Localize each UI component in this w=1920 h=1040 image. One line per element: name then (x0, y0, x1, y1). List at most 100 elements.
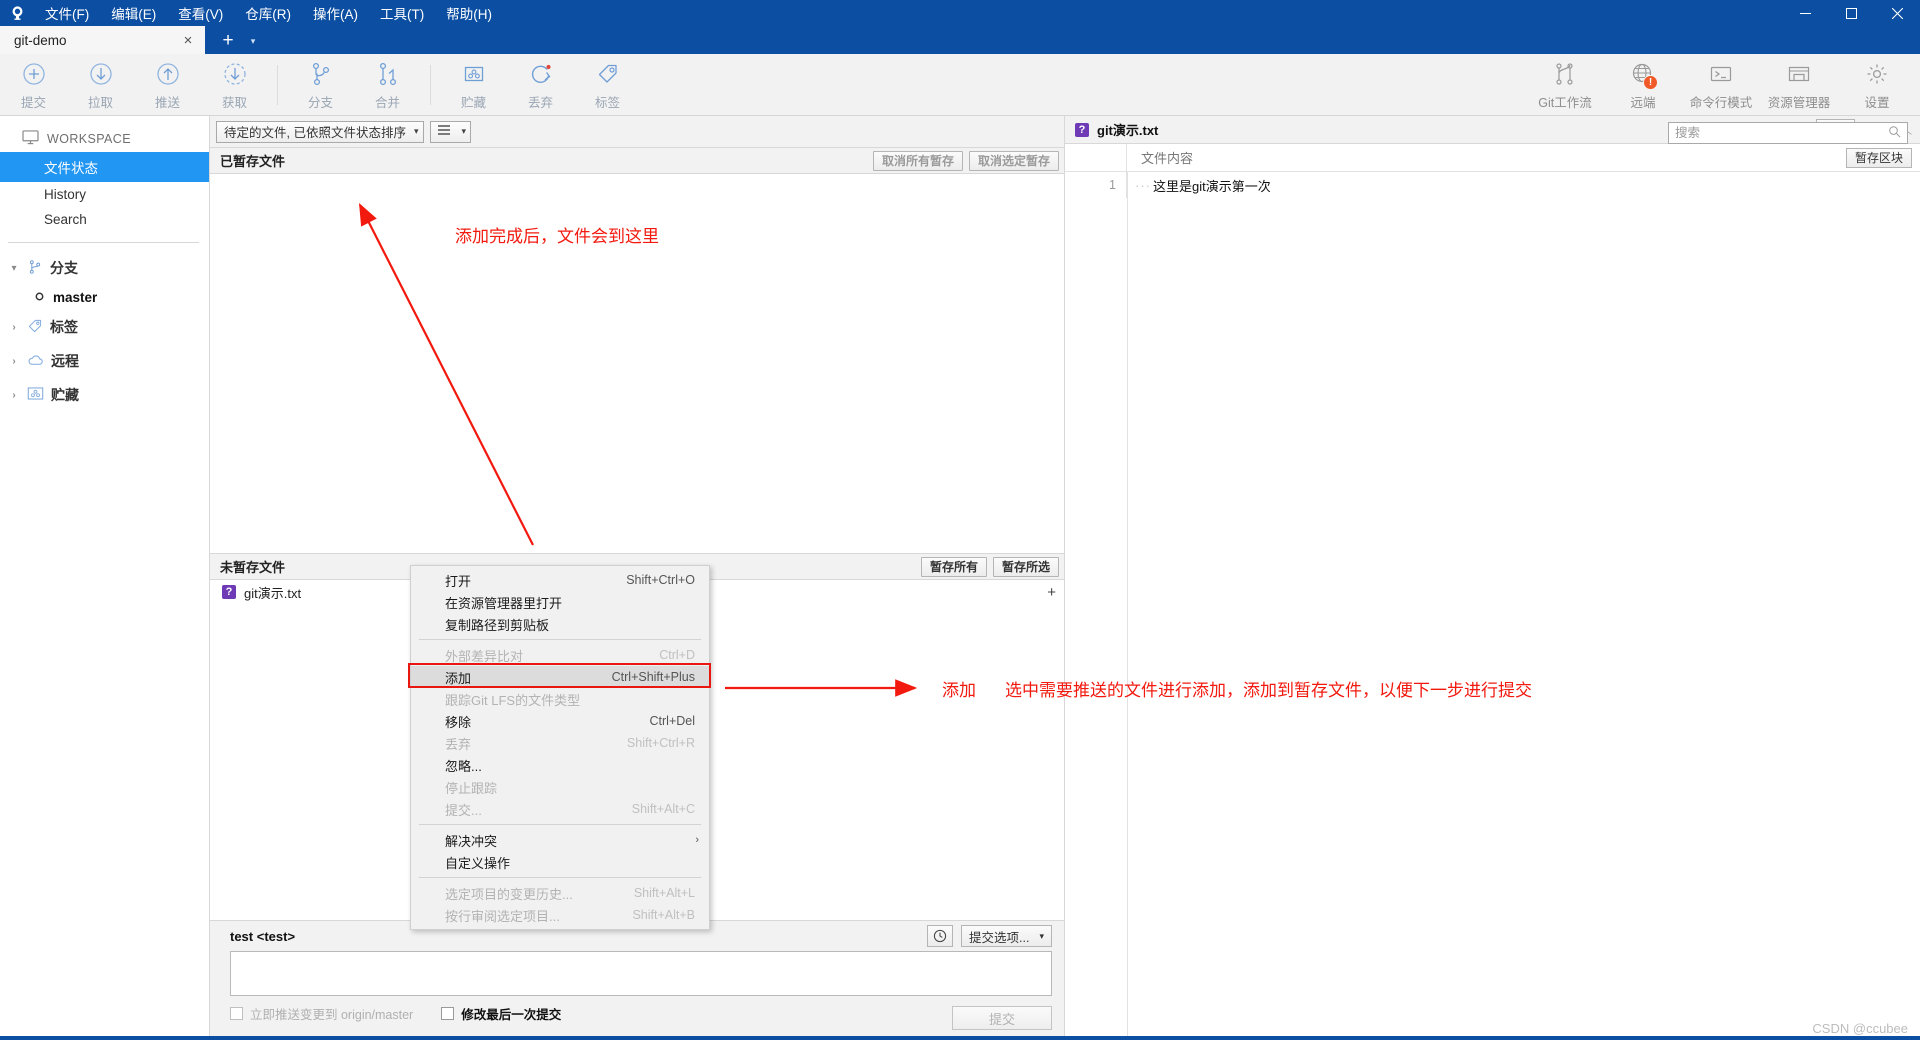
stage-all-button[interactable]: 暂存所有 (920, 556, 987, 577)
push-immediately-checkbox[interactable]: 立即推送变更到 origin/master (230, 1004, 413, 1023)
menu-tools[interactable]: 工具(T) (369, 0, 435, 26)
sidebar-item-search[interactable]: Search (0, 207, 209, 232)
ctx-commit: 提交... Shift+Alt+C (411, 798, 709, 820)
stash-box-icon (27, 386, 44, 404)
toolbar-discard-button[interactable]: 丢弃 (507, 56, 574, 114)
unstaged-files-title: 未暂存文件 (220, 560, 286, 575)
toolbar-branch-button[interactable]: 分支 (287, 56, 354, 114)
toolbar-gitflow-button[interactable]: Git工作流 (1526, 56, 1604, 114)
unknown-question-icon: ? (1075, 122, 1089, 137)
diff-line-number: 1 (1065, 172, 1127, 198)
toolbar-right-group: Git工作流 ! 远端 命令行模式 资源管理器 设置 (1526, 56, 1916, 114)
chevron-down-icon[interactable]: ▾ (8, 263, 20, 274)
close-icon[interactable] (1874, 0, 1920, 26)
stage-selected-button[interactable]: 暂存所选 (992, 556, 1059, 577)
chevron-down-icon[interactable]: ▾ (461, 126, 466, 137)
sidebar-branch-master[interactable]: master (0, 285, 209, 310)
menu-file[interactable]: 文件(F) (34, 0, 100, 26)
commit-options-label: 提交选项... (969, 930, 1030, 945)
commit-message-input[interactable] (230, 951, 1052, 996)
toolbar-terminal-button[interactable]: 命令行模式 (1682, 56, 1760, 114)
ctx-custom-actions[interactable]: 自定义操作 (411, 851, 709, 873)
checkbox-box[interactable] (441, 1007, 455, 1020)
sidebar-group-tags[interactable]: › 标签 (0, 310, 209, 344)
gitflow-icon (1552, 59, 1578, 89)
ctx-resolve-conflicts[interactable]: 解决冲突 › (411, 829, 709, 851)
toolbar-explorer-button[interactable]: 资源管理器 (1760, 56, 1838, 114)
sidebar-group-branches[interactable]: ▾ 分支 (0, 251, 209, 285)
window-controls (1782, 0, 1920, 26)
toolbar-push-button[interactable]: 推送 (134, 56, 201, 114)
toolbar-gitflow-label: Git工作流 (1538, 95, 1592, 110)
ctx-log-selected: 选定项目的变更历史... Shift+Alt+L (411, 882, 709, 904)
sidebar-workspace-header[interactable]: WORKSPACE (0, 126, 209, 152)
chevron-down-icon[interactable]: ▾ (1039, 931, 1044, 942)
ctx-open[interactable]: 打开 Shift+Ctrl+O (411, 569, 709, 591)
menu-edit[interactable]: 编辑(E) (100, 0, 167, 26)
commit-area: test <test> 立即推送变更到 origin/master 修改最后一次… (210, 920, 1064, 1040)
commit-button[interactable]: 提交 (952, 1006, 1052, 1030)
sidebar-item-history[interactable]: History (0, 182, 209, 207)
toolbar-tag-button[interactable]: 标签 (574, 56, 641, 114)
toolbar-commit-button[interactable]: 提交 (0, 56, 67, 114)
toolbar-merge-button[interactable]: 合并 (354, 56, 421, 114)
ctx-track-lfs-label: 跟踪Git LFS的文件类型 (445, 692, 581, 708)
file-sort-combo[interactable]: 待定的文件, 已依照文件状态排序 ▾ (216, 120, 425, 143)
toolbar-stash-button[interactable]: 贮藏 (440, 56, 507, 114)
sidebar-group-stashes[interactable]: › 贮藏 (0, 378, 209, 412)
chevron-right-icon[interactable]: › (8, 390, 20, 401)
chevron-down-icon[interactable]: ▾ (414, 126, 419, 137)
chevron-down-icon[interactable]: ▾ (243, 28, 263, 54)
commit-toolbar-right: 提交选项... ▾ (927, 925, 1052, 947)
chevron-right-icon[interactable]: › (8, 356, 20, 367)
search-box[interactable] (1668, 122, 1908, 144)
sidebar-item-file-status[interactable]: 文件状态 (0, 152, 209, 182)
stage-file-button[interactable]: + (1047, 584, 1056, 601)
ctx-open-in-explorer[interactable]: 在资源管理器里打开 (411, 591, 709, 613)
stage-hunk-button[interactable]: 暂存区块 (1845, 147, 1912, 168)
minimize-icon[interactable] (1782, 0, 1828, 26)
tab-git-demo[interactable]: git-demo × (0, 26, 205, 54)
ctx-remove[interactable]: 移除 Ctrl+Del (411, 710, 709, 732)
staged-files-title: 已暂存文件 (220, 154, 286, 169)
new-tab-button[interactable]: + (215, 28, 241, 54)
menu-view[interactable]: 查看(V) (167, 0, 234, 26)
unstage-selected-button[interactable]: 取消选定暂存 (968, 150, 1059, 171)
annotation-add-label: 添加 (942, 681, 976, 701)
sidebar-group-remotes[interactable]: › 远程 (0, 344, 209, 378)
toolbar-pull-button[interactable]: 拉取 (67, 56, 134, 114)
menu-help[interactable]: 帮助(H) (435, 0, 503, 26)
search-input[interactable] (1675, 126, 1888, 140)
ctx-discard: 丢弃 Shift+Ctrl+R (411, 732, 709, 754)
file-context-menu[interactable]: 打开 Shift+Ctrl+O 在资源管理器里打开 复制路径到剪贴板 外部差异比… (410, 565, 710, 930)
diff-line-row: 1 ··· 这里是git演示第一次 (1065, 172, 1920, 198)
tab-close-icon[interactable]: × (179, 31, 197, 49)
tag-icon (595, 59, 621, 89)
ctx-blame-selected-shortcut: Shift+Alt+B (632, 908, 695, 922)
toolbar-settings-button[interactable]: 设置 (1838, 56, 1916, 114)
amend-last-commit-checkbox[interactable]: 修改最后一次提交 (441, 1004, 561, 1023)
diff-content-body[interactable]: 1 ··· 这里是git演示第一次 (1065, 172, 1920, 1040)
ctx-open-label: 打开 (445, 573, 472, 589)
stash-box-icon (461, 59, 487, 89)
unstage-all-button[interactable]: 取消所有暂存 (872, 150, 963, 171)
ctx-add[interactable]: 添加 Ctrl+Shift+Plus (411, 666, 709, 688)
view-mode-combo[interactable]: ▾ (430, 120, 472, 143)
ctx-track-lfs: 跟踪Git LFS的文件类型 (411, 688, 709, 710)
ctx-discard-label: 丢弃 (445, 736, 472, 752)
ctx-blame-selected: 按行审阅选定项目... Shift+Alt+B (411, 904, 709, 926)
sidebar-group-stashes-label: 贮藏 (51, 387, 79, 403)
menu-actions[interactable]: 操作(A) (302, 0, 369, 26)
maximize-icon[interactable] (1828, 0, 1874, 26)
ctx-copy-path[interactable]: 复制路径到剪贴板 (411, 613, 709, 635)
checkbox-box[interactable] (230, 1007, 243, 1020)
toolbar-remote-button[interactable]: ! 远端 (1604, 56, 1682, 114)
chevron-right-icon[interactable]: › (8, 322, 20, 333)
toolbar-fetch-button[interactable]: 获取 (201, 56, 268, 114)
ctx-ignore[interactable]: 忽略... (411, 754, 709, 776)
chevron-right-icon: › (695, 834, 699, 846)
commit-options-button[interactable]: 提交选项... ▾ (961, 925, 1052, 947)
menu-repository[interactable]: 仓库(R) (234, 0, 302, 26)
clock-history-icon[interactable] (927, 925, 954, 947)
commit-author: test <test> (230, 928, 296, 944)
